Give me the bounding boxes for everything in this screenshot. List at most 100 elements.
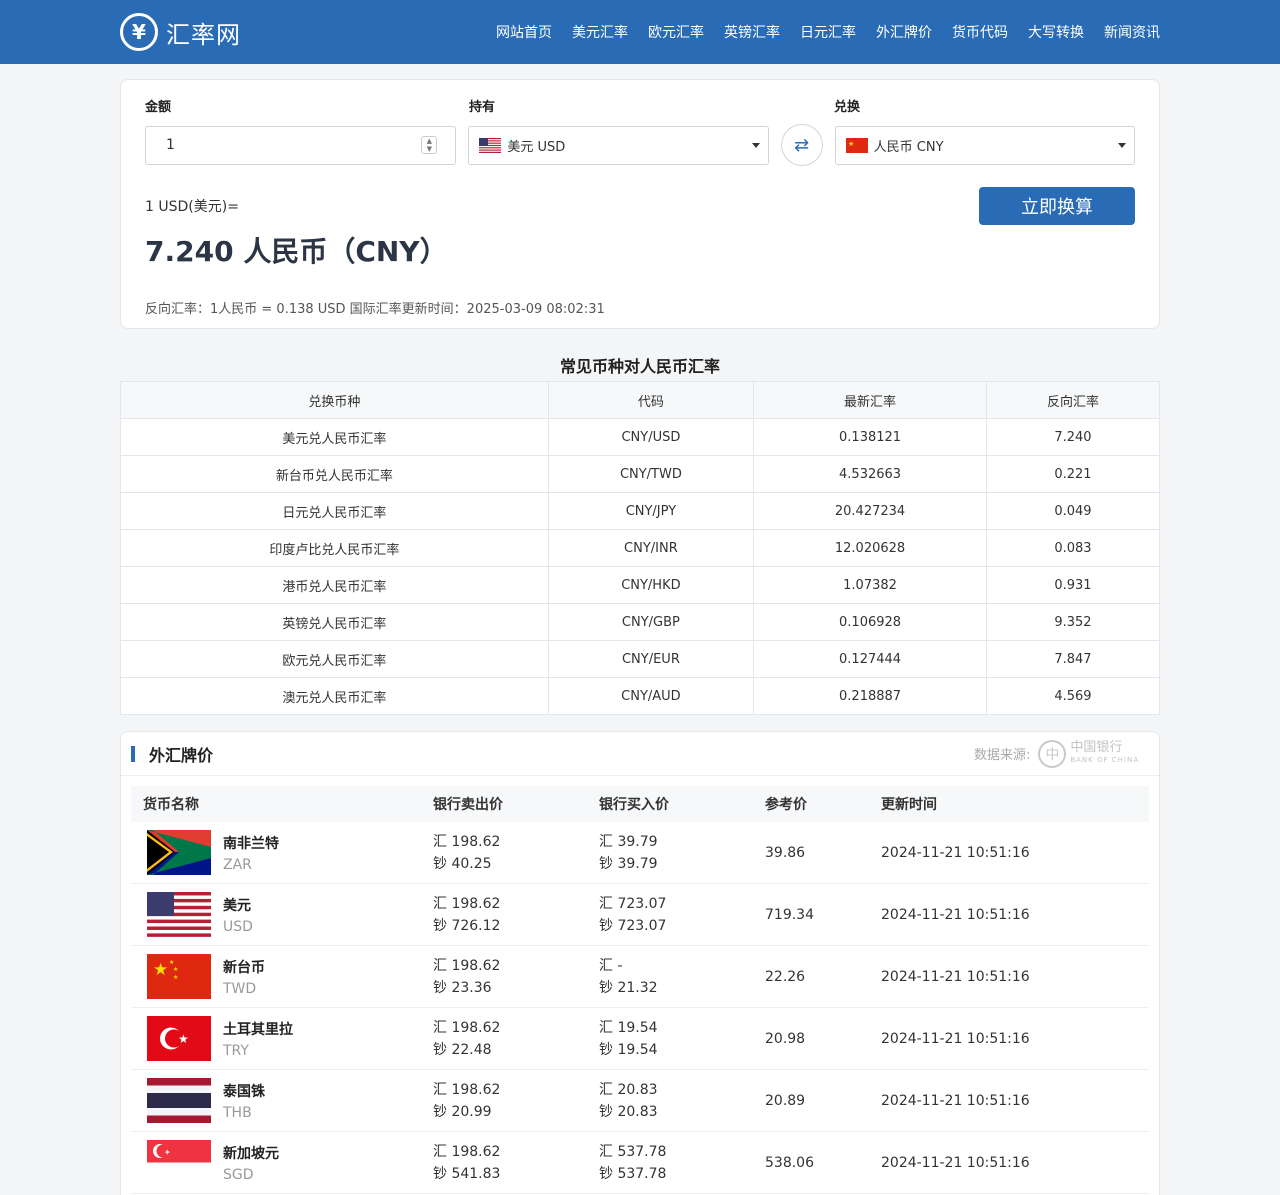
buy-cash-price: 钞 19.54 (599, 1041, 658, 1058)
rate-latest: 0.218887 (753, 677, 987, 715)
forex-header-row: 货币名称 银行卖出价 银行买入价 参考价 更新时间 (131, 786, 1149, 822)
forex-row[interactable]: ★ ★ ★ ★ 新台币 TWD 汇 198.62 钞 23.36 汇 - 钞 21.3… (131, 946, 1149, 1008)
amount-label: 金额 (145, 100, 172, 115)
buy-transfer-price: 汇 537.78 (599, 1143, 667, 1160)
bank-of-china-logo-icon: 中 (1038, 739, 1067, 768)
currency-name: 新台币 (223, 959, 265, 976)
table-row[interactable]: 英镑兑人民币汇率 CNY/GBP 0.106928 9.352 (120, 603, 1161, 641)
currency-code: TRY (223, 1042, 249, 1059)
nav-forex[interactable]: 外汇牌价 (876, 22, 932, 42)
svg-text:★: ★ (173, 966, 178, 973)
nav-eur[interactable]: 欧元汇率 (648, 22, 704, 42)
from-currency-value: 美元 USD (507, 139, 566, 155)
update-time: 2024-11-21 10:51:16 (881, 844, 1030, 861)
buy-cash-price: 钞 39.79 (599, 855, 658, 872)
nav-usd[interactable]: 美元汇率 (572, 22, 628, 42)
reference-price: 39.86 (765, 844, 806, 861)
currency-code: ZAR (223, 856, 252, 873)
rate-code: CNY/INR (547, 529, 755, 567)
from-currency-select[interactable]: 美元 USD (468, 125, 769, 165)
rate-pair-name: 澳元兑人民币汇率 (120, 677, 549, 715)
update-time: 2024-11-21 10:51:16 (881, 1092, 1030, 1109)
amount-stepper[interactable]: ▲ ▼ (421, 136, 438, 154)
reference-price: 538.06 (765, 1154, 814, 1171)
currency-name: 新加坡元 (223, 1145, 279, 1162)
table-row[interactable]: 港币兑人民币汇率 CNY/HKD 1.07382 0.931 (120, 566, 1161, 604)
common-rates-title: 常见币种对人民币汇率 (559, 357, 720, 376)
forex-row[interactable]: ✦ 新加坡元 SGD 汇 198.62 钞 541.83 汇 537.78 钞 … (131, 1132, 1149, 1194)
sell-cash-price: 钞 20.99 (433, 1103, 492, 1120)
col-buy: 银行买入价 (599, 797, 669, 813)
forex-row[interactable]: ★ 土耳其里拉 TRY 汇 198.62 钞 22.48 汇 19.54 钞 1… (131, 1008, 1149, 1070)
table-row[interactable]: 新台币兑人民币汇率 CNY/TWD 4.532663 0.221 (120, 455, 1161, 493)
sell-transfer-price: 汇 198.62 (433, 1143, 501, 1160)
rate-reverse: 7.240 (985, 418, 1161, 456)
tr-flag-icon: ★ (147, 1016, 211, 1061)
buy-transfer-price: 汇 19.54 (599, 1019, 658, 1036)
buy-transfer-price: 汇 - (599, 957, 623, 974)
reverse-rate-note: 反向汇率：1人民币 = 0.138 USD 国际汇率更新时间：2025-03-0… (145, 302, 605, 317)
rate-pair-name: 港币兑人民币汇率 (120, 566, 549, 604)
rate-code: CNY/EUR (547, 640, 755, 678)
rate-latest: 0.138121 (753, 418, 987, 456)
forex-row[interactable]: 泰国铢 THB 汇 198.62 钞 20.99 汇 20.83 钞 20.83… (131, 1070, 1149, 1132)
top-header: ¥ 汇率网 网站首页 美元汇率 欧元汇率 英镑汇率 日元汇率 外汇牌价 货币代码… (0, 0, 1280, 64)
za-flag-icon (147, 830, 211, 875)
nav-uppercase[interactable]: 大写转换 (1028, 22, 1084, 42)
sell-transfer-price: 汇 198.62 (433, 957, 501, 974)
forex-row[interactable]: 南非兰特 ZAR 汇 198.62 钞 40.25 汇 39.79 钞 39.7… (131, 822, 1149, 884)
currency-name: 南非兰特 (223, 835, 279, 852)
col-code: 代码 (547, 381, 755, 419)
buy-cash-price: 钞 537.78 (599, 1165, 667, 1182)
rate-reverse: 0.083 (985, 529, 1161, 567)
currency-code: SGD (223, 1166, 254, 1183)
table-row[interactable]: 欧元兑人民币汇率 CNY/EUR 0.127444 7.847 (120, 640, 1161, 678)
th-flag-icon (147, 1078, 211, 1123)
swap-arrows-icon: ⇄ (794, 134, 810, 156)
nav-home[interactable]: 网站首页 (496, 22, 552, 42)
col-reverse: 反向汇率 (985, 381, 1161, 419)
col-update-time: 更新时间 (881, 797, 937, 813)
nav-news[interactable]: 新闻资讯 (1104, 22, 1160, 42)
svg-text:★: ★ (178, 1032, 189, 1046)
us-flag-icon (479, 137, 502, 153)
currency-name: 土耳其里拉 (223, 1021, 293, 1038)
chevron-down-icon (751, 142, 760, 148)
to-currency-select[interactable]: ★ 人民币 CNY (834, 125, 1135, 165)
table-row[interactable]: 澳元兑人民币汇率 CNY/AUD 0.218887 4.569 (120, 677, 1161, 715)
rate-reverse: 9.352 (985, 603, 1161, 641)
rate-reverse: 4.569 (985, 677, 1161, 715)
currency-name: 美元 (223, 897, 251, 914)
rate-code: CNY/TWD (547, 455, 755, 493)
forex-title: 外汇牌价 (149, 745, 214, 765)
rate-latest: 12.020628 (753, 529, 987, 567)
col-latest: 最新汇率 (753, 381, 987, 419)
table-row[interactable]: 印度卢比兑人民币汇率 CNY/INR 12.020628 0.083 (120, 529, 1161, 567)
rate-pair-name: 英镑兑人民币汇率 (120, 603, 549, 641)
nav-gbp[interactable]: 英镑汇率 (724, 22, 780, 42)
nav-codes[interactable]: 货币代码 (952, 22, 1008, 42)
main-nav: 网站首页 美元汇率 欧元汇率 英镑汇率 日元汇率 外汇牌价 货币代码 大写转换 … (476, 22, 1160, 42)
amount-input[interactable]: 1 ▲ ▼ (145, 125, 457, 165)
update-time: 2024-11-21 10:51:16 (881, 1154, 1030, 1171)
forex-row[interactable]: 美元 USD 汇 198.62 钞 726.12 汇 723.07 钞 723.… (131, 884, 1149, 946)
rate-code: CNY/AUD (547, 677, 755, 715)
rate-reverse: 0.049 (985, 492, 1161, 530)
sell-transfer-price: 汇 198.62 (433, 895, 501, 912)
table-row[interactable]: 日元兑人民币汇率 CNY/JPY 20.427234 0.049 (120, 492, 1161, 530)
reference-price: 20.98 (765, 1030, 806, 1047)
reference-price: 22.26 (765, 968, 806, 985)
result-value: 7.240 人民币（CNY） (145, 235, 448, 268)
converter-card: 金额 持有 兑换 1 ▲ ▼ 美元 USD ⇄ ★ 人民币 CNY 1 USD(… (120, 79, 1160, 329)
currency-code: THB (223, 1104, 252, 1121)
convert-button[interactable]: 立即换算 (979, 187, 1135, 225)
table-row[interactable]: 美元兑人民币汇率 CNY/USD 0.138121 7.240 (120, 418, 1161, 456)
sg-flag-icon: ✦ (147, 1140, 211, 1185)
swap-currency-button[interactable]: ⇄ (780, 124, 823, 166)
chevron-down-icon (1118, 142, 1126, 148)
col-currency-name: 货币名称 (143, 797, 199, 813)
yen-exchange-icon: ¥ (120, 13, 158, 51)
site-logo[interactable]: ¥ 汇率网 (120, 13, 241, 51)
rate-code: CNY/USD (547, 418, 755, 456)
nav-jpy[interactable]: 日元汇率 (800, 22, 856, 42)
